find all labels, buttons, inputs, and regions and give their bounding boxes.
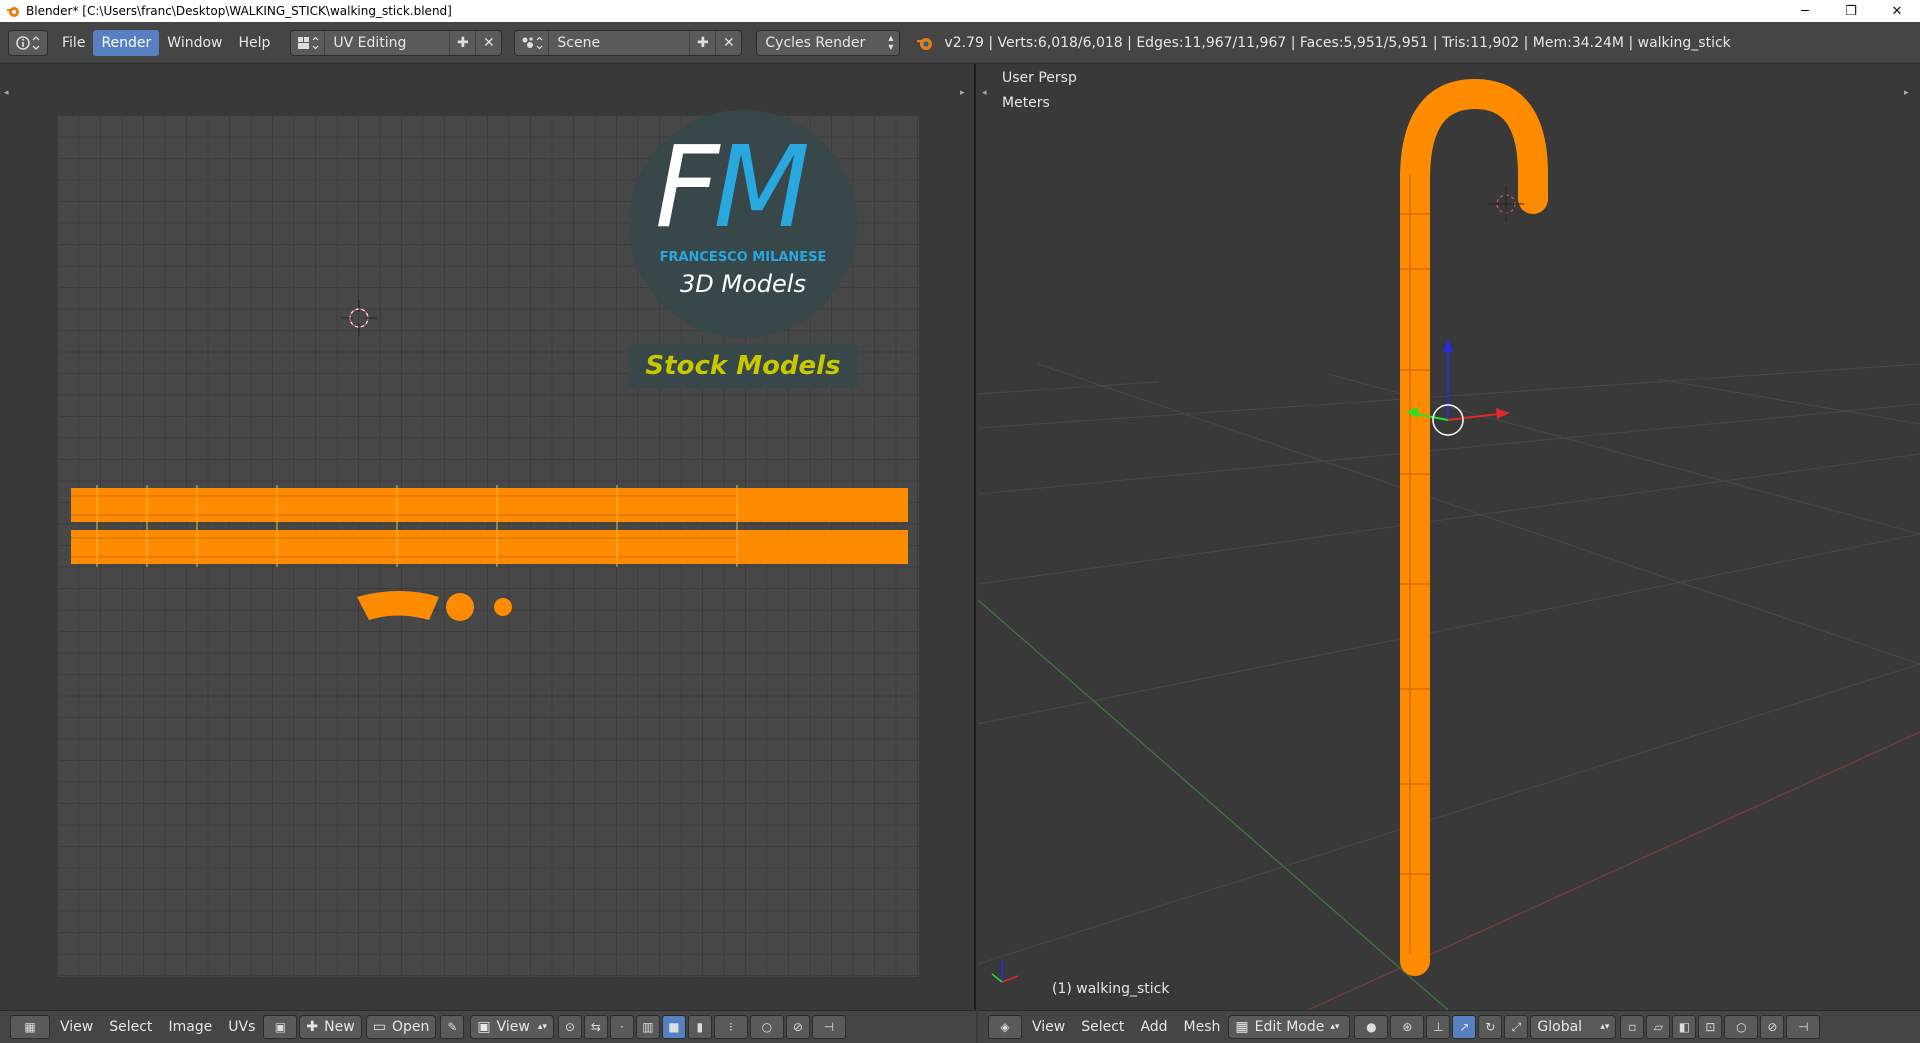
occlude-geometry-icon[interactable]: ⊡: [1698, 1015, 1723, 1039]
add-layout-icon[interactable]: ✚: [449, 30, 475, 55]
viewport-scene[interactable]: [978, 64, 1920, 1010]
vp-menu-view[interactable]: View: [1024, 1015, 1073, 1039]
transform-orientation-dropdown[interactable]: Global ▴▾: [1530, 1015, 1617, 1039]
uv-menu-uvs[interactable]: UVs: [220, 1015, 263, 1039]
window-title: Blender* [C:\Users\franc\Desktop\WALKING…: [26, 4, 452, 18]
proportional-editing-icon[interactable]: ○: [1724, 1015, 1759, 1039]
menu-help[interactable]: Help: [230, 30, 278, 56]
vertex-select-mode-icon[interactable]: ▫: [1620, 1015, 1645, 1039]
window-titlebar: Blender* [C:\Users\franc\Desktop\WALKING…: [0, 0, 1920, 22]
minimize-button[interactable]: ─: [1782, 0, 1828, 22]
vp-menu-select[interactable]: Select: [1073, 1015, 1132, 1039]
sync-selection-icon[interactable]: ⇆: [583, 1015, 608, 1039]
proportional-edit-icon[interactable]: ○: [749, 1015, 784, 1039]
info-icon: [16, 35, 40, 50]
pivot-point-icon[interactable]: ⊙: [557, 1015, 582, 1039]
rotate-manipulator-icon[interactable]: ↻: [1478, 1015, 1503, 1039]
face-select-mode-icon[interactable]: ◧: [1672, 1015, 1697, 1039]
edit-mode-icon: ▦: [1235, 1019, 1249, 1035]
image-browse-icon[interactable]: ▣: [263, 1015, 298, 1039]
open-image-label: Open: [391, 1019, 430, 1035]
editor-corner-arrow-icon[interactable]: ◂: [4, 88, 14, 98]
snap-target-icon[interactable]: ⊣: [1786, 1015, 1821, 1039]
vp-menu-mesh[interactable]: Mesh: [1176, 1015, 1229, 1039]
uv-menu-image[interactable]: Image: [160, 1015, 220, 1039]
image-editor-type-icon[interactable]: ▦: [10, 1015, 50, 1039]
view-mode-icon: ▣: [477, 1019, 491, 1035]
plus-icon: ✚: [306, 1019, 319, 1035]
vertex-select-icon[interactable]: ⋅: [609, 1015, 634, 1039]
layout-icon: [291, 30, 326, 55]
face-select-icon[interactable]: ■: [661, 1015, 686, 1039]
open-image-button[interactable]: ▭ Open: [365, 1015, 437, 1039]
render-engine-label[interactable]: Cycles Render: [757, 35, 873, 51]
manipulator-toggle-icon[interactable]: ⊥: [1426, 1015, 1451, 1039]
uv-image-editor[interactable]: ◂ ▸ FM FRANCESCO MILANESE 3D Models Stoc…: [0, 64, 976, 1010]
editor-mode-dropdown[interactable]: ▣ View ▴▾: [470, 1015, 554, 1039]
menu-window[interactable]: Window: [159, 30, 230, 56]
vp-menu-add[interactable]: Add: [1132, 1015, 1175, 1039]
3d-viewport[interactable]: ◂ ▸ User Persp Meters (1) walking_stick: [978, 64, 1920, 1010]
stats-text: v2.79 | Verts:6,018/6,018 | Edges:11,967…: [944, 34, 1731, 51]
screen-layout-selector[interactable]: UV Editing ✚ ✕: [290, 29, 503, 56]
render-engine-dropdown[interactable]: Cycles Render ▴ ▾: [756, 29, 901, 56]
scene-selector[interactable]: Scene ✚ ✕: [514, 29, 743, 56]
active-object-label: (1) walking_stick: [1052, 981, 1170, 997]
uv-islands[interactable]: [57, 115, 919, 977]
walking-stick-mesh[interactable]: [1400, 78, 1548, 976]
dropdown-arrows-icon: ▴▾: [537, 1022, 547, 1032]
axis-orientation-icon: [991, 960, 1019, 983]
info-header: File Render Window Help UV Editing ✚ ✕ S…: [0, 22, 1920, 64]
restore-button[interactable]: ❐: [1828, 0, 1874, 22]
uv-texture-canvas[interactable]: FM FRANCESCO MILANESE 3D Models Stock Mo…: [57, 110, 919, 977]
uv-menu-select[interactable]: Select: [101, 1015, 160, 1039]
pin-image-icon[interactable]: ✎: [440, 1015, 465, 1039]
editor-corner-arrow-icon[interactable]: ▸: [960, 88, 970, 98]
snap-element-icon[interactable]: ⊣: [811, 1015, 846, 1039]
dropdown-arrows-icon: ▴▾: [888, 32, 894, 53]
viewport-shading-icon[interactable]: ●: [1354, 1015, 1389, 1039]
new-image-button[interactable]: ✚ New: [299, 1015, 362, 1039]
dropdown-arrows-icon: ▴▾: [1330, 1022, 1340, 1032]
new-image-label: New: [324, 1019, 355, 1035]
add-scene-icon[interactable]: ✚: [689, 30, 715, 55]
remove-layout-icon[interactable]: ✕: [475, 30, 501, 55]
screen-layout-name[interactable]: UV Editing: [325, 35, 449, 51]
snap-icon[interactable]: ⊘: [785, 1015, 810, 1039]
viewport-footer: ◈ View Select Add Mesh ▦ Edit Mode ▴▾ ● ⊛ …: [978, 1010, 1920, 1043]
scene-name[interactable]: Scene: [549, 35, 689, 51]
scene-stats: v2.79 | Verts:6,018/6,018 | Edges:11,967…: [916, 34, 1731, 52]
interaction-mode-label: Edit Mode: [1254, 1019, 1325, 1035]
interaction-mode-dropdown[interactable]: ▦ Edit Mode ▴▾: [1228, 1015, 1351, 1039]
menu-render[interactable]: Render: [93, 29, 160, 56]
snap-magnet-icon[interactable]: ⊘: [1760, 1015, 1785, 1039]
island-select-icon[interactable]: ▮: [687, 1015, 712, 1039]
uv-menu-view[interactable]: View: [52, 1015, 101, 1039]
viewport-editor-type-icon[interactable]: ◈: [988, 1015, 1022, 1039]
blender-icon: [7, 7, 19, 17]
view-mode-label: View: [496, 1019, 530, 1035]
blender-logo-icon: [917, 37, 933, 50]
scale-manipulator-icon[interactable]: ⤢: [1504, 1015, 1529, 1039]
edge-select-mode-icon[interactable]: ▱: [1646, 1015, 1671, 1039]
x-axis-line: [1307, 731, 1920, 1010]
scene-icon: [515, 30, 550, 55]
menu-file[interactable]: File: [54, 30, 93, 56]
image-editor-footer: ▦ View Select Image UVs ▣ ✚ New ▭ Open ✎ ▣…: [0, 1010, 976, 1043]
close-button[interactable]: ✕: [1874, 0, 1920, 22]
transform-orientation-label: Global: [1537, 1019, 1583, 1035]
remove-scene-icon[interactable]: ✕: [715, 30, 741, 55]
edge-select-icon[interactable]: ▥: [635, 1015, 660, 1039]
folder-icon: ▭: [372, 1019, 386, 1035]
sticky-selection-icon[interactable]: ⁝: [713, 1015, 748, 1039]
translate-manipulator-icon[interactable]: ↗: [1452, 1015, 1477, 1039]
info-editor-type-button[interactable]: [8, 29, 48, 56]
dropdown-arrows-icon: ▴▾: [1600, 1022, 1610, 1032]
y-axis-line: [978, 599, 1449, 1010]
pivot-center-icon[interactable]: ⊛: [1390, 1015, 1425, 1039]
